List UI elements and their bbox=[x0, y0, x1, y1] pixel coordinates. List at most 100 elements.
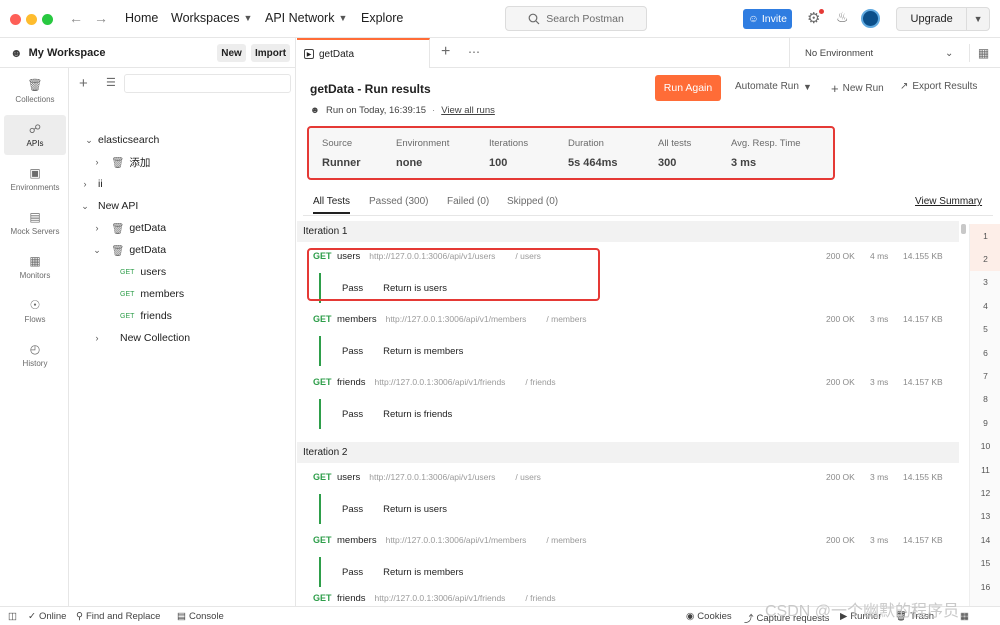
iteration-number[interactable]: 8 bbox=[970, 388, 1000, 411]
nav-api-network[interactable]: API Network ▼ bbox=[265, 11, 347, 25]
search-icon: ⚲ bbox=[76, 611, 83, 622]
tab-getdata[interactable]: ▶ getData bbox=[297, 38, 430, 68]
summary-avg-resp-time: Avg. Resp. Time 3 ms bbox=[731, 138, 801, 169]
request-row[interactable]: GET friends http://127.0.0.1:3006/api/v1/f… bbox=[313, 372, 959, 392]
tree-item-ii[interactable]: › ii bbox=[69, 173, 296, 195]
cookie-icon: ◉ bbox=[686, 611, 695, 622]
new-run-button[interactable]: + New Run bbox=[831, 81, 884, 96]
chevron-down-icon: ⌄ bbox=[85, 134, 93, 145]
rail-item-mock-servers[interactable]: ▤ Mock Servers bbox=[4, 203, 66, 243]
rail-item-flows[interactable]: ☉ Flows bbox=[4, 291, 66, 331]
cookies-button[interactable]: ◉ Cookies bbox=[686, 611, 732, 622]
tree-item-members[interactable]: GET members bbox=[69, 283, 296, 305]
tree-item-new-api[interactable]: ⌄ New API bbox=[69, 195, 296, 217]
add-icon[interactable]: + bbox=[79, 75, 88, 92]
iteration-number[interactable]: 10 bbox=[970, 435, 1000, 458]
tab-skipped[interactable]: Skipped (0) bbox=[507, 196, 558, 207]
minimize-window-button[interactable] bbox=[26, 14, 37, 25]
tab-all-tests[interactable]: All Tests bbox=[313, 196, 351, 214]
maximize-window-button[interactable] bbox=[42, 14, 53, 25]
filter-icon[interactable]: ☰ bbox=[106, 76, 116, 89]
import-button[interactable]: Import bbox=[251, 44, 290, 62]
console-icon: ▤ bbox=[177, 611, 186, 622]
iteration-number[interactable]: 7 bbox=[970, 364, 1000, 387]
chevron-down-icon: ⌄ bbox=[945, 47, 954, 59]
avatar[interactable] bbox=[861, 9, 880, 28]
rail-item-monitors[interactable]: ▦ Monitors bbox=[4, 247, 66, 287]
history-icon: ◴ bbox=[29, 342, 41, 356]
view-summary-link[interactable]: View Summary bbox=[915, 196, 982, 207]
iteration-number[interactable]: 13 bbox=[970, 505, 1000, 528]
iteration-number[interactable]: 5 bbox=[970, 318, 1000, 341]
page-title: getData - Run results bbox=[310, 82, 431, 96]
request-row[interactable]: GET members http://127.0.0.1:3006/api/v1/m… bbox=[313, 530, 959, 550]
export-results-button[interactable]: ↗ Export Results bbox=[900, 81, 977, 92]
check-circle-icon: ✓ bbox=[28, 611, 36, 622]
search-input[interactable]: Search Postman bbox=[505, 6, 647, 31]
upgrade-button[interactable]: Upgrade ▼ bbox=[896, 7, 990, 31]
iteration-number[interactable]: 14 bbox=[970, 528, 1000, 551]
invite-button[interactable]: ☺ Invite bbox=[743, 9, 792, 29]
test-result: Pass Return is users bbox=[319, 494, 919, 524]
automate-run-button[interactable]: Automate Run ▼ bbox=[735, 81, 812, 92]
layout-icon[interactable]: ▦ bbox=[960, 611, 969, 622]
iteration-number[interactable]: 16 bbox=[970, 575, 1000, 598]
export-icon: ↗ bbox=[900, 81, 909, 92]
run-results: getData - Run results ☻ Run on Today, 16… bbox=[297, 68, 1000, 606]
bell-icon[interactable]: ♨ bbox=[836, 9, 849, 26]
iteration-header[interactable]: Iteration 1 bbox=[297, 221, 959, 242]
view-all-runs-link[interactable]: View all runs bbox=[441, 105, 495, 116]
environment-select[interactable]: No Environment ⌄ bbox=[789, 38, 961, 68]
sidebar-toggle-icon[interactable]: ◫ bbox=[8, 611, 17, 622]
environment-quick-look-icon[interactable]: ▦ bbox=[969, 44, 997, 62]
rail-item-history[interactable]: ◴ History bbox=[4, 335, 66, 375]
tree-item-elasticsearch[interactable]: ⌄ elasticsearch bbox=[69, 129, 296, 151]
console-button[interactable]: ▤ Console bbox=[177, 611, 224, 622]
apis-icon: ☍ bbox=[28, 122, 42, 136]
request-row[interactable]: GET users http://127.0.0.1:3006/api/v1/use… bbox=[313, 467, 959, 487]
new-button[interactable]: New bbox=[217, 44, 246, 62]
rail-item-environments[interactable]: ▣ Environments bbox=[4, 159, 66, 199]
tab-failed[interactable]: Failed (0) bbox=[447, 196, 489, 207]
tree-item-getdata-expanded[interactable]: ⌄ 🗑 getData bbox=[69, 239, 296, 261]
test-result: Pass Return is members bbox=[319, 557, 919, 587]
close-window-button[interactable] bbox=[10, 14, 21, 25]
nav-home[interactable]: Home bbox=[125, 11, 158, 25]
iteration-number[interactable]: 6 bbox=[970, 341, 1000, 364]
iteration-number[interactable]: 12 bbox=[970, 481, 1000, 504]
tab-passed[interactable]: Passed (300) bbox=[369, 196, 428, 207]
test-result: Pass Return is friends bbox=[319, 399, 919, 429]
iteration-number[interactable]: 1 bbox=[970, 224, 1000, 248]
scrollbar-thumb[interactable] bbox=[961, 224, 966, 234]
iteration-number[interactable]: 9 bbox=[970, 411, 1000, 434]
filter-input[interactable] bbox=[124, 74, 291, 93]
iteration-number[interactable]: 2 bbox=[970, 247, 1000, 271]
find-replace-button[interactable]: ⚲ Find and Replace bbox=[76, 611, 160, 622]
run-again-button[interactable]: Run Again bbox=[655, 75, 721, 101]
chevron-down-icon[interactable]: ▼ bbox=[966, 8, 989, 30]
rail-item-apis[interactable]: ☍ APIs bbox=[4, 115, 66, 155]
back-arrow-icon[interactable]: ← bbox=[69, 10, 83, 26]
more-icon[interactable]: ⋯ bbox=[468, 45, 480, 59]
iteration-number[interactable]: 4 bbox=[970, 294, 1000, 317]
tree-item-users[interactable]: GET users bbox=[69, 261, 296, 283]
add-tab-icon[interactable]: + bbox=[441, 43, 450, 61]
request-row[interactable]: GET members http://127.0.0.1:3006/api/v1/m… bbox=[313, 309, 959, 329]
rail-item-collections[interactable]: 🗑 Collections bbox=[4, 71, 66, 111]
iteration-number[interactable]: 3 bbox=[970, 271, 1000, 294]
tree-item-add[interactable]: › 🗑 添加 bbox=[69, 151, 296, 173]
iteration-header[interactable]: Iteration 2 bbox=[297, 442, 959, 463]
summary-source: Source Runner bbox=[322, 138, 361, 169]
summary-all-tests: All tests 300 bbox=[658, 138, 692, 169]
monitor-icon: ▦ bbox=[29, 254, 41, 268]
tree-item-friends[interactable]: GET friends bbox=[69, 305, 296, 327]
forward-arrow-icon[interactable]: → bbox=[94, 10, 108, 26]
tree-item-getdata[interactable]: › 🗑 getData bbox=[69, 217, 296, 239]
workspace-name[interactable]: My Workspace bbox=[29, 47, 106, 59]
nav-workspaces[interactable]: Workspaces ▼ bbox=[171, 11, 252, 25]
iteration-number[interactable]: 11 bbox=[970, 458, 1000, 481]
tree-item-new-collection[interactable]: › New Collection bbox=[69, 327, 296, 349]
online-status[interactable]: ✓ Online bbox=[28, 611, 66, 622]
nav-explore[interactable]: Explore bbox=[361, 11, 403, 25]
iteration-number[interactable]: 15 bbox=[970, 551, 1000, 574]
